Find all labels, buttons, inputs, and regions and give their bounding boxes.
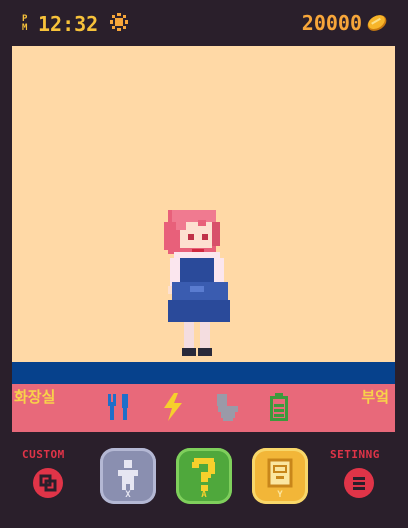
period-label: P M [22,14,28,33]
character-sprite[interactable] [12,46,395,362]
x-button[interactable]: X [100,448,156,504]
location-label[interactable]: 화장실 [14,386,55,407]
money-display: 20000 [302,11,388,35]
clock: P M 12:32 [22,12,98,36]
a-letter: A [201,490,207,500]
floor [12,362,395,384]
custom-icon [39,474,57,492]
kitchen-menu-button[interactable]: 부엌 [361,386,389,407]
y-button[interactable]: Y [252,448,308,504]
battery-icon [270,393,288,421]
lightning-icon [164,393,182,421]
toilet-icon [217,394,238,421]
fork-knife-icon [108,394,128,420]
controller-panel: CUSTOM X A Y SETINNG [0,440,408,528]
money-amount: 20000 [301,11,362,35]
top-status-bar: P M 12:32 20000 [0,0,408,46]
x-letter: X [125,490,131,500]
game-stage [12,46,395,362]
coin-icon [367,15,387,31]
y-letter: Y [277,490,283,500]
room-status-bar: 화장실 부엌 [12,384,395,432]
setting-label: SETINNG [330,448,380,461]
custom-label: CUSTOM [22,448,65,461]
setting-button[interactable] [344,468,374,498]
sun-icon [110,13,128,31]
custom-button[interactable] [33,468,63,498]
a-button[interactable]: A [176,448,232,504]
menu-icon [353,477,365,490]
clock-time: 12:32 [38,12,99,36]
